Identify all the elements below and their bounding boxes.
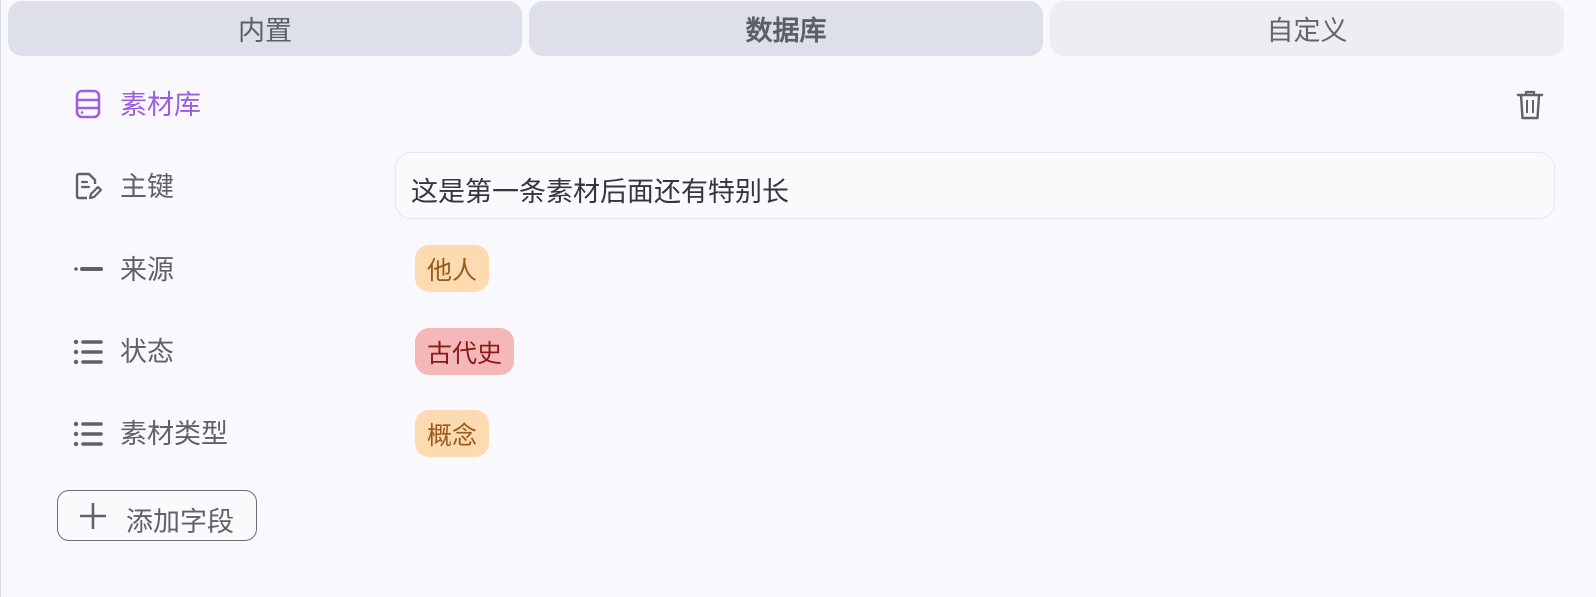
source-tag[interactable]: 他人 bbox=[415, 245, 490, 292]
tab-label: 自定义 bbox=[1266, 16, 1348, 47]
field-label: 主键 bbox=[120, 172, 174, 203]
database-name[interactable]: 素材库 bbox=[120, 91, 201, 121]
status-tag[interactable]: 古代史 bbox=[415, 328, 515, 375]
tab-database[interactable]: 数据库 bbox=[529, 1, 1043, 56]
tab-bar: 内置 数据库 自定义 bbox=[8, 1, 1564, 56]
database-icon bbox=[73, 89, 103, 119]
database-row: 素材库 bbox=[1, 76, 1596, 136]
tab-builtin[interactable]: 内置 bbox=[8, 1, 522, 56]
trash-icon[interactable] bbox=[1515, 88, 1545, 122]
list-icon bbox=[73, 419, 103, 449]
add-field-label: 添加字段 bbox=[126, 507, 234, 538]
field-label: 素材类型 bbox=[120, 419, 228, 450]
field-label: 来源 bbox=[120, 255, 174, 286]
document-edit-icon bbox=[73, 171, 103, 201]
database-panel: 内置 数据库 自定义 素材库 主键 这是第一条素材后面还有特别长 来源 他人 状… bbox=[0, 0, 1595, 597]
list-icon bbox=[73, 337, 103, 367]
primary-key-value: 这是第一条素材后面还有特别长 bbox=[411, 177, 789, 208]
tab-label: 数据库 bbox=[745, 16, 827, 47]
add-field-button[interactable]: 添加字段 bbox=[57, 490, 257, 541]
tab-custom[interactable]: 自定义 bbox=[1050, 1, 1564, 56]
primary-key-input[interactable]: 这是第一条素材后面还有特别长 bbox=[395, 152, 1555, 219]
field-label: 状态 bbox=[120, 337, 174, 368]
field-row-material-type: 素材类型 bbox=[1, 405, 1596, 465]
line-dash-icon bbox=[73, 254, 103, 284]
tab-label: 内置 bbox=[238, 16, 292, 47]
plus-icon bbox=[79, 502, 107, 530]
material-type-tag[interactable]: 概念 bbox=[415, 410, 490, 457]
field-row-status: 状态 bbox=[1, 323, 1596, 383]
field-row-source: 来源 bbox=[1, 240, 1596, 300]
